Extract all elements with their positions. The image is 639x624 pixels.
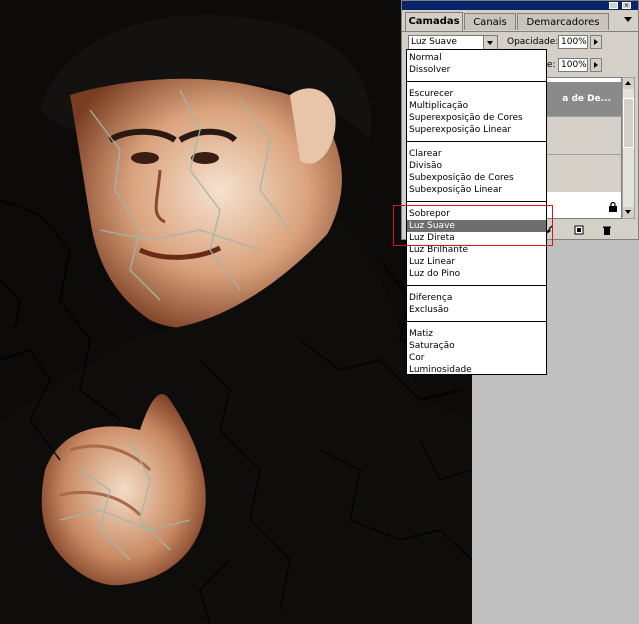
tab-camadas[interactable]: Camadas: [405, 12, 463, 31]
menu-separator: [407, 201, 546, 202]
blend-menu-item[interactable]: Normal: [407, 52, 546, 64]
blend-menu-item[interactable]: Multiplicação: [407, 100, 546, 112]
layer-scrollbar[interactable]: [622, 77, 635, 219]
close-icon[interactable]: ×: [622, 2, 631, 9]
arrow-right-icon[interactable]: [590, 35, 602, 49]
menu-separator: [407, 321, 546, 322]
tab-canais[interactable]: Canais: [464, 13, 516, 30]
blend-menu-item[interactable]: Divisão: [407, 160, 546, 172]
blend-menu-item[interactable]: Clarear: [407, 148, 546, 160]
panel-titlebar[interactable]: ×: [402, 1, 638, 10]
opacity-field[interactable]: 100%: [558, 35, 588, 49]
blend-menu-item[interactable]: Cor: [407, 352, 546, 364]
blend-menu-item[interactable]: Luz Linear: [407, 256, 546, 268]
blend-menu-item[interactable]: Diferença: [407, 292, 546, 304]
scroll-down-icon[interactable]: [623, 207, 634, 218]
menu-separator: [407, 141, 546, 142]
new-layer-icon[interactable]: [574, 225, 584, 235]
scroll-thumb[interactable]: [623, 98, 634, 148]
blend-mode-select[interactable]: Luz Suave: [408, 35, 498, 50]
blend-mode-value: Luz Suave: [411, 37, 457, 47]
minimize-icon[interactable]: [609, 2, 618, 9]
menu-separator: [407, 81, 546, 82]
blend-menu-item[interactable]: Luz do Pino: [407, 268, 546, 280]
highlight-annotation: [393, 205, 553, 246]
blend-menu-item[interactable]: Subexposição de Cores: [407, 172, 546, 184]
scroll-up-icon[interactable]: [623, 78, 634, 89]
lock-icon: [609, 202, 617, 212]
panel-tabs: Camadas Canais Demarcadores: [402, 11, 638, 32]
blend-menu-item[interactable]: Saturação: [407, 340, 546, 352]
opacity-label: Opacidade:: [507, 37, 559, 47]
dropdown-arrow-icon[interactable]: [483, 36, 497, 49]
blend-menu-item[interactable]: Subexposição Linear: [407, 184, 546, 196]
trash-icon[interactable]: [602, 225, 612, 235]
blend-menu-item[interactable]: Superexposição Linear: [407, 124, 546, 136]
blend-menu-item[interactable]: Escurecer: [407, 88, 546, 100]
fill-label: e:: [547, 60, 556, 70]
panel-menu-icon[interactable]: [624, 17, 632, 22]
menu-separator: [407, 285, 546, 286]
blend-menu-item[interactable]: Superexposição de Cores: [407, 112, 546, 124]
fill-field[interactable]: 100%: [558, 58, 588, 72]
blend-menu-item[interactable]: Matiz: [407, 328, 546, 340]
blend-menu-item[interactable]: Dissolver: [407, 64, 546, 76]
blend-menu-item[interactable]: Exclusão: [407, 304, 546, 316]
layer-name: a de De...: [562, 94, 611, 104]
arrow-right-icon[interactable]: [590, 58, 602, 72]
blend-menu-item[interactable]: Luminosidade: [407, 364, 546, 376]
tab-demarcadores[interactable]: Demarcadores: [517, 13, 609, 30]
